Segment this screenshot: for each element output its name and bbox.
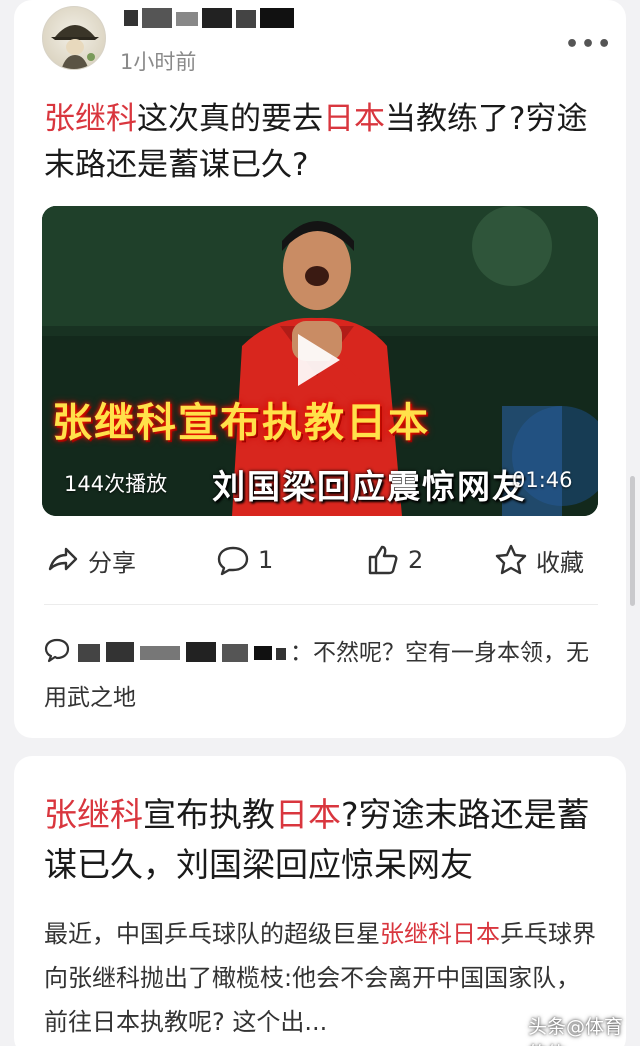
play-icon[interactable]	[298, 334, 340, 386]
title-text: 宣布执教	[143, 795, 275, 834]
watermark: 头条@体育的体	[528, 1016, 624, 1046]
video-overlay-title: 张继科宣布执教日本	[52, 399, 430, 446]
headline-highlight: 日本	[323, 101, 385, 137]
comment-separator: ：	[290, 640, 313, 666]
avatar-image	[51, 25, 99, 69]
comment-icon	[217, 546, 249, 576]
favorite-button[interactable]: 收藏	[494, 540, 584, 580]
like-button[interactable]: 2	[366, 540, 423, 580]
scrollbar[interactable]	[630, 476, 635, 606]
top-comment[interactable]: ：不然呢？空有一身本领，无用武之地	[44, 632, 604, 719]
comment-bubble-icon	[44, 635, 70, 677]
share-label: 分享	[88, 548, 136, 577]
share-icon	[48, 547, 78, 571]
title-highlight: 日本	[275, 795, 341, 834]
comment-button[interactable]: 1	[216, 540, 273, 580]
more-options-icon[interactable]: •••	[565, 32, 613, 57]
headline-text: 这次真的要去	[137, 101, 323, 137]
title-highlight: 张继科	[44, 795, 143, 834]
commenter-name-redacted[interactable]	[76, 640, 290, 664]
divider	[44, 604, 598, 605]
share-button[interactable]: 分享	[46, 540, 136, 580]
star-icon	[495, 544, 527, 575]
article-title[interactable]: 张继科宣布执教日本?穷途末路还是蓄谋已久，刘国梁回应惊呆网友	[44, 790, 614, 890]
headline-highlight: 张继科	[44, 101, 137, 137]
favorite-label: 收藏	[536, 548, 584, 577]
body-highlight: 张继科日本	[380, 920, 500, 948]
video-play-count: 144次播放	[64, 472, 168, 496]
video-duration: 01:46	[512, 468, 573, 492]
article-body[interactable]: 最近，中国乒乓球队的超级巨星张继科日本乒乓球界向张继科抛出了橄榄枝:他会不会离开…	[44, 912, 604, 1044]
comment-count: 1	[258, 546, 274, 574]
avatar[interactable]	[42, 6, 106, 70]
like-count: 2	[408, 546, 424, 574]
username-redacted[interactable]	[120, 6, 300, 30]
body-text: 最近，中国乒乓球队的超级巨星	[44, 920, 380, 948]
post-timestamp: 1小时前	[120, 50, 197, 74]
thumbs-up-icon	[368, 545, 398, 575]
video-overlay-subtitle: 刘国梁回应震惊网友	[212, 467, 527, 506]
post-headline[interactable]: 张继科这次真的要去日本当教练了?穷途末路还是蓄谋已久?	[44, 96, 604, 188]
